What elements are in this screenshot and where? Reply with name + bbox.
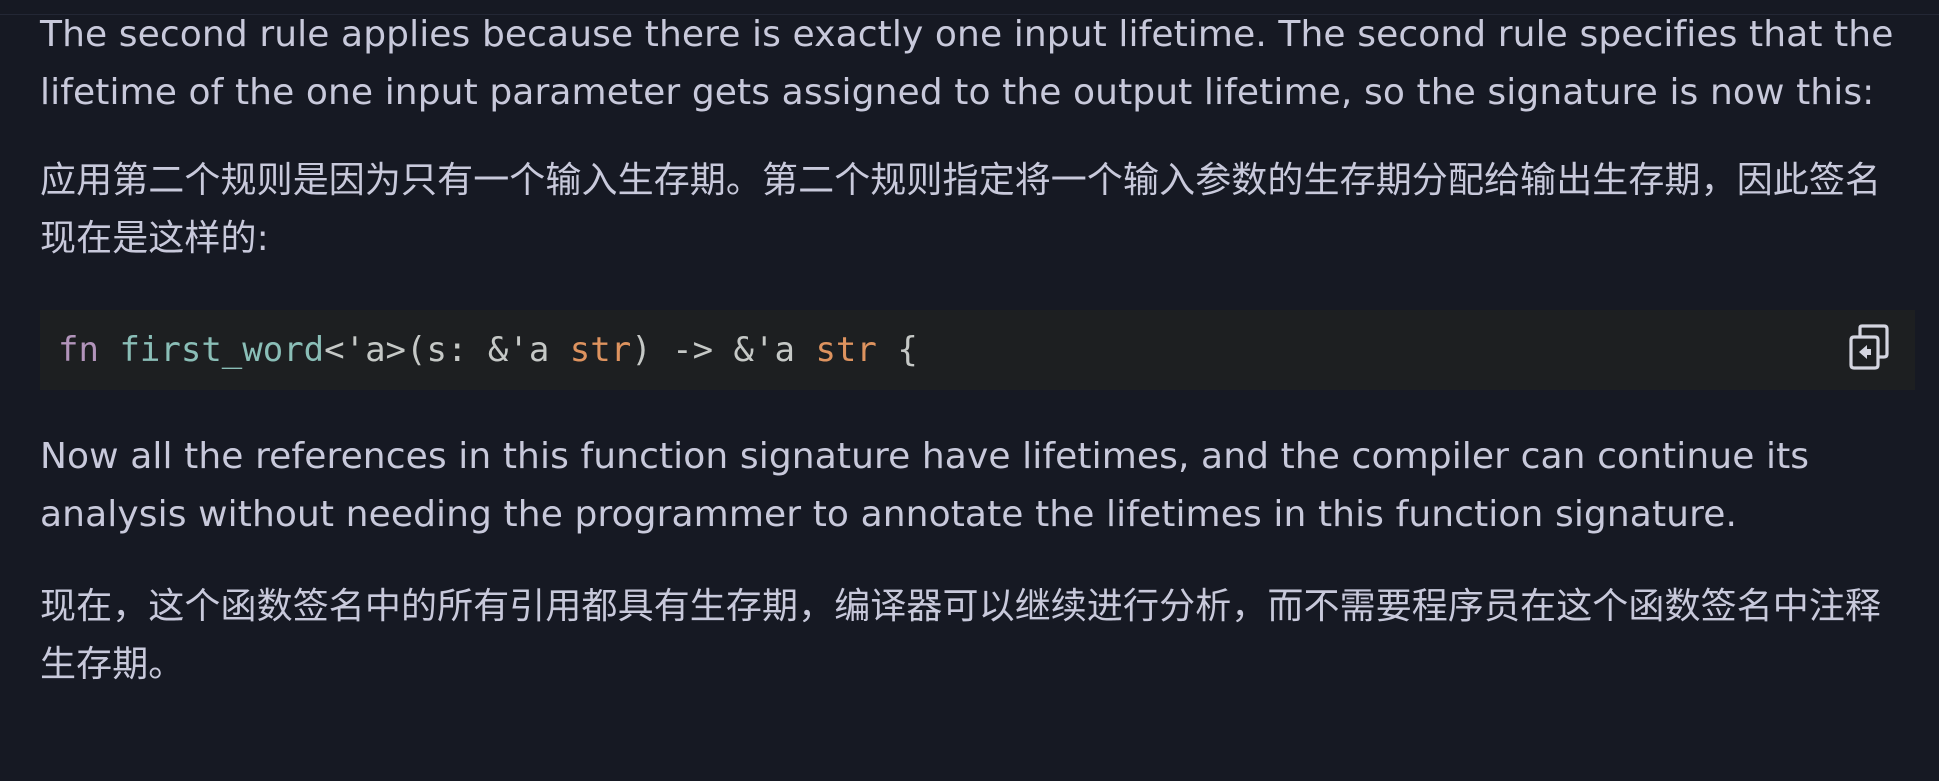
- paragraph-chinese-rule: 应用第二个规则是因为只有一个输入生存期。第二个规则指定将一个输入参数的生存期分配…: [40, 160, 1882, 259]
- paragraph-english-summary: Now all the references in this function …: [40, 436, 1810, 535]
- copy-button[interactable]: [1847, 324, 1891, 370]
- code-params: <'a>(s: &'a: [324, 330, 570, 370]
- code-function-name: first_word: [119, 330, 325, 370]
- code-keyword-fn: fn: [58, 330, 99, 370]
- paragraph-english-rule: The second rule applies because there is…: [40, 14, 1894, 113]
- code-return-arrow: ) -> &'a: [631, 330, 816, 370]
- copy-icon: [1849, 324, 1889, 370]
- book-content: The second rule applies because there is…: [40, 6, 1915, 694]
- code-open-brace: {: [876, 330, 918, 370]
- code-line: fn first_word<'a>(s: &'a str) -> &'a str…: [58, 328, 918, 372]
- paragraph-chinese-summary: 现在，这个函数签名中的所有引用都具有生存期，编译器可以继续进行分析，而不需要程序…: [40, 586, 1882, 685]
- code-type-str-return: str: [815, 330, 877, 370]
- code-block: fn first_word<'a>(s: &'a str) -> &'a str…: [40, 310, 1915, 390]
- code-type-str-param: str: [569, 330, 632, 370]
